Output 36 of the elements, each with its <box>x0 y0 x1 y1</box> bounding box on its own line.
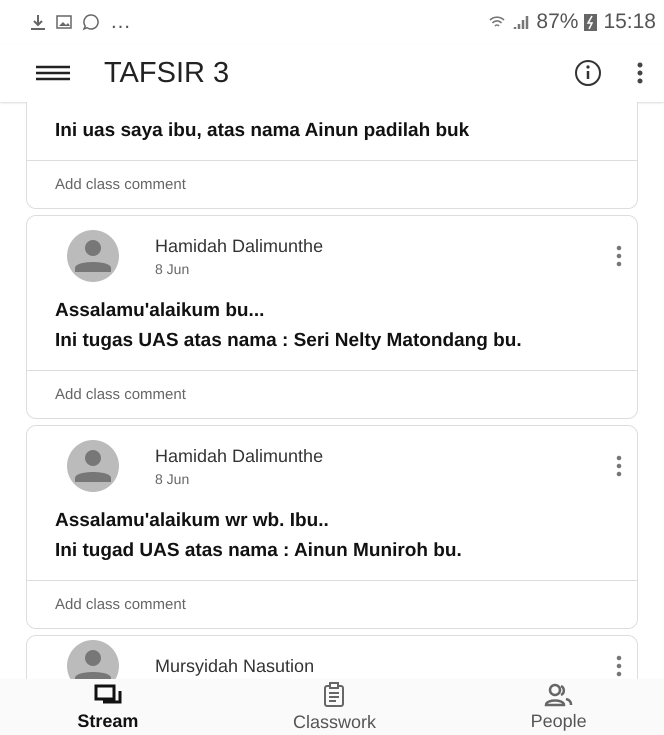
author-name: Hamidah Dalimunthe <box>155 236 324 256</box>
more-notifications: … <box>110 10 131 34</box>
battery-percent: 87% <box>536 10 578 34</box>
signal-icon <box>512 13 530 31</box>
people-icon <box>544 682 574 706</box>
author-name: Mursyidah Nasution <box>155 656 316 676</box>
author-name: Hamidah Dalimunthe <box>155 446 324 466</box>
post-text: Assalamu'alaikum wr wb. Ibu.. <box>55 509 330 533</box>
class-title: TAFSIR 3 <box>104 56 230 90</box>
download-icon <box>30 14 46 30</box>
add-comment-link[interactable]: Add class comment <box>27 580 637 628</box>
post-text: Ini tugas UAS atas nama : Seri Nelty Matondang bu. <box>55 329 523 353</box>
post-text: Ini tugad UAS atas nama : Ainun Muniroh bu. <box>55 539 463 563</box>
nav-tab[interactable]: Classwork <box>278 680 390 734</box>
post-date: 8 Jun <box>155 470 190 486</box>
nav-tab[interactable]: Stream <box>63 680 152 734</box>
clipboard-icon <box>322 682 346 708</box>
menu-icon[interactable] <box>36 65 70 81</box>
more-options-icon[interactable] <box>615 655 623 677</box>
battery-icon <box>584 13 598 31</box>
image-icon <box>56 15 72 29</box>
more-options-icon[interactable] <box>615 245 623 267</box>
info-icon[interactable] <box>574 59 602 87</box>
post-date: 8 Jun <box>155 260 190 276</box>
avatar-icon <box>67 230 119 282</box>
more-options-icon[interactable] <box>636 62 644 84</box>
add-comment-link[interactable]: Add class comment <box>27 370 637 418</box>
post-text: Ini uas saya ibu, atas nama Ainun padilah buk <box>55 119 470 143</box>
avatar-icon <box>67 440 119 492</box>
clock: 15:18 <box>603 10 656 34</box>
more-options-icon[interactable] <box>615 455 623 477</box>
nav-tab[interactable]: People <box>516 680 601 734</box>
add-comment-link[interactable]: Add class comment <box>27 160 637 208</box>
chat-icon <box>92 682 123 706</box>
chat-bubble-icon <box>82 13 100 31</box>
post-text: Assalamu'alaikum bu... <box>55 299 266 323</box>
